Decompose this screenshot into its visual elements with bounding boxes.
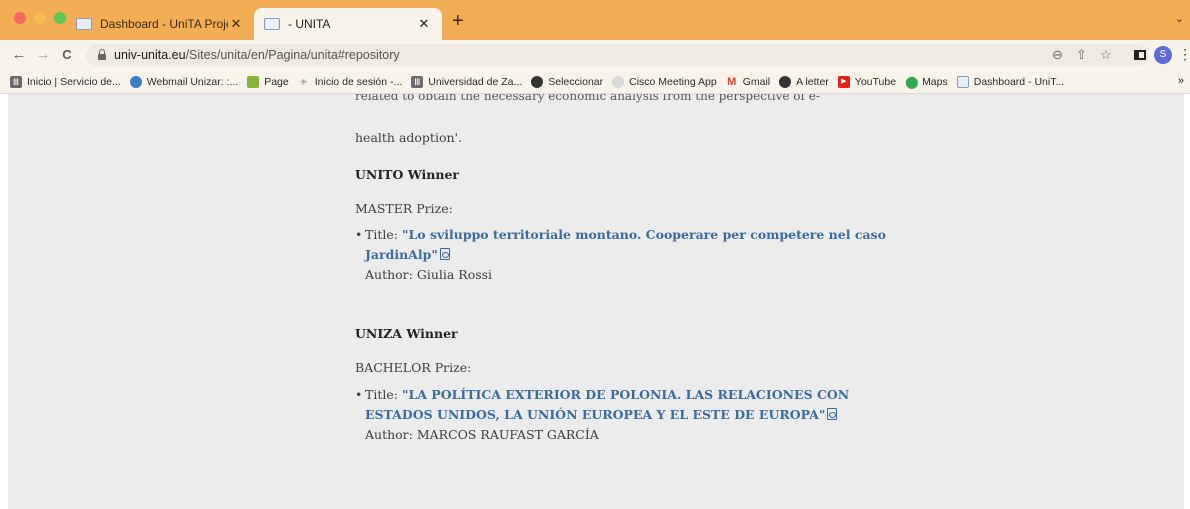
bookmark-item[interactable]: Ⅲ Universidad de Za... xyxy=(411,75,523,88)
author-text: Author: MARCOS RAUFAST GARCÍA xyxy=(365,427,599,442)
list-item: • Title: "LA POLÍTICA EXTERIOR DE POLONI… xyxy=(355,385,895,445)
tab-unita[interactable]: - UNITA ✕ xyxy=(254,8,442,40)
bookmarks-bar: Ⅲ Inicio | Servicio de... Webmail Unizar:… xyxy=(0,70,1190,94)
list-item: • Title: "Lo sviluppo territoriale monta… xyxy=(355,225,895,285)
bookmark-label: Inicio | Servicio de... xyxy=(27,75,121,88)
address-bar[interactable]: univ-unita.eu/Sites/unita/en/Pagina/unit… xyxy=(86,44,1148,66)
bookmark-item[interactable]: ⬤ Maps xyxy=(905,76,948,88)
unita-favicon-icon xyxy=(264,18,280,30)
page-icon xyxy=(247,75,260,88)
pdf-icon[interactable] xyxy=(439,248,450,260)
bookmark-label: Maps xyxy=(922,75,948,88)
bookmark-item[interactable]: ▶ YouTube xyxy=(837,75,897,88)
share-icon[interactable]: ⇧ xyxy=(1076,47,1087,63)
more-bookmarks-button[interactable]: » xyxy=(1178,75,1184,87)
webmail-icon xyxy=(129,75,142,88)
title-prefix: Title: xyxy=(365,387,402,402)
tab-close-icon[interactable]: ✕ xyxy=(416,16,432,32)
pdf-icon[interactable] xyxy=(827,408,838,420)
close-window-button[interactable] xyxy=(14,12,26,24)
bookmark-label: Inicio de sesión -... xyxy=(314,75,403,88)
university-icon: Ⅲ xyxy=(411,75,424,88)
page-viewport[interactable]: related to obtain the necessary economic… xyxy=(0,94,1190,509)
thesis-title-link[interactable]: "LA POLÍTICA EXTERIOR DE POLONIA. LAS RE… xyxy=(365,387,849,422)
author-text: Author: Giulia Rossi xyxy=(365,267,493,282)
url-host: univ-unita.eu xyxy=(114,48,186,62)
maximize-window-button[interactable] xyxy=(54,12,66,24)
tab-title: Dashboard - UniTA Project Dat xyxy=(100,17,228,31)
bookmark-label: Page xyxy=(264,75,289,88)
bookmark-item[interactable]: Webmail Unizar: :... xyxy=(129,75,239,88)
url-path: /Sites/unita/en/Pagina/unita#repository xyxy=(185,48,400,62)
youtube-icon: ▶ xyxy=(837,75,850,88)
profile-avatar[interactable]: S xyxy=(1154,46,1172,64)
bullet: • xyxy=(355,227,363,242)
bookmark-label: Universidad de Za... xyxy=(428,75,523,88)
partial-text-line: related to obtain the necessary economic… xyxy=(355,94,820,103)
bookmark-star-icon[interactable]: ☆ xyxy=(1100,47,1112,63)
bookmark-label: Seleccionar xyxy=(548,75,604,88)
globe-icon xyxy=(779,75,792,88)
side-panel-icon[interactable] xyxy=(1134,50,1146,60)
tab-title: - UNITA xyxy=(288,17,331,31)
bookmark-label: Cisco Meeting App xyxy=(629,75,717,88)
menu-kebab-icon[interactable]: ⋮ xyxy=(1178,46,1190,63)
bullet: • xyxy=(355,387,363,402)
url-text[interactable]: univ-unita.eu/Sites/unita/en/Pagina/unit… xyxy=(114,48,400,62)
bookmark-label: Dashboard - UniT... xyxy=(973,75,1065,88)
bookmark-item[interactable]: Page xyxy=(247,75,289,88)
tab-dashboard[interactable]: Dashboard - UniTA Project Dat ✕ xyxy=(66,8,254,40)
star-login-icon: ✳ xyxy=(299,76,308,87)
bookmark-label: Webmail Unizar: :... xyxy=(146,75,239,88)
bookmark-item[interactable]: Dashboard - UniT... xyxy=(956,75,1065,88)
master-prize-label: MASTER Prize: xyxy=(355,201,453,216)
dashboard-icon xyxy=(956,75,969,88)
bookmark-item[interactable]: A letter xyxy=(779,75,829,88)
tab-search-chevron-icon[interactable]: ⌄ xyxy=(1175,12,1184,25)
bookmark-item[interactable]: ✳ Inicio de sesión -... xyxy=(298,75,403,88)
bookmark-label: YouTube xyxy=(854,75,897,88)
zoom-icon[interactable]: ⊖ xyxy=(1052,47,1063,63)
repository-content: related to obtain the necessary economic… xyxy=(8,94,1184,509)
university-icon: Ⅲ xyxy=(10,75,22,88)
maps-icon: ⬤ xyxy=(905,74,919,89)
cisco-icon xyxy=(612,75,625,88)
bookmark-label: Gmail xyxy=(742,75,771,88)
gmail-icon: M xyxy=(727,75,737,88)
bookmark-item[interactable]: Ⅲ Inicio | Servicio de... xyxy=(10,75,121,88)
unito-winner-heading: UNITO Winner xyxy=(355,167,459,182)
forward-button[interactable]: → xyxy=(34,46,52,63)
tab-close-icon[interactable]: ✕ xyxy=(228,16,244,32)
minimize-window-button[interactable] xyxy=(34,12,46,24)
uniza-winner-heading: UNIZA Winner xyxy=(355,326,458,341)
back-button[interactable]: ← xyxy=(10,46,28,63)
paragraph-end: health adoption'. xyxy=(355,130,462,145)
bookmark-item[interactable]: Seleccionar xyxy=(531,75,604,88)
title-prefix: Title: xyxy=(365,227,402,242)
globe-icon xyxy=(531,75,544,88)
dashboard-favicon-icon xyxy=(76,18,92,30)
new-tab-button[interactable]: + xyxy=(452,11,464,31)
browser-toolbar: ← → C univ-unita.eu/Sites/unita/en/Pagin… xyxy=(0,40,1190,70)
bachelor-prize-label: BACHELOR Prize: xyxy=(355,360,472,375)
tab-strip: Dashboard - UniTA Project Dat ✕ - UNITA … xyxy=(0,0,1190,40)
reload-button[interactable]: C xyxy=(58,47,76,62)
bookmark-label: A letter xyxy=(796,75,829,88)
lock-icon[interactable] xyxy=(98,49,106,60)
bookmark-item[interactable]: M Gmail xyxy=(726,76,770,88)
bookmark-item[interactable]: Cisco Meeting App xyxy=(612,75,717,88)
